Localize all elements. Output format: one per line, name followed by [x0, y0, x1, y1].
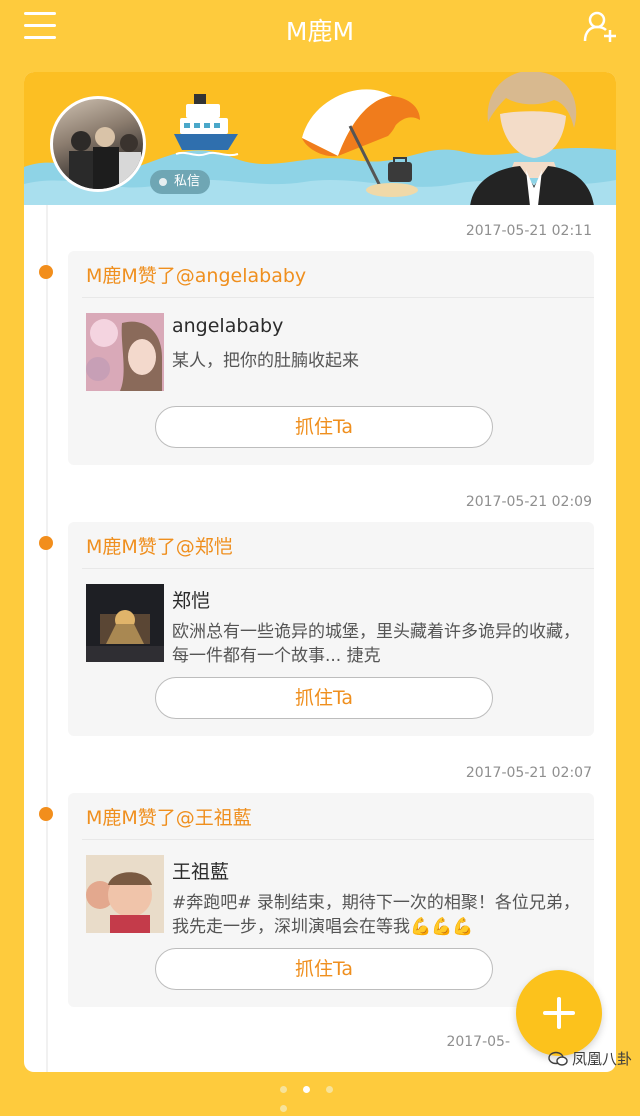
- page-dot: [280, 1086, 287, 1093]
- timestamp: 2017-05-: [446, 1034, 510, 1050]
- profile-card: 私信 2017-05-21 02:11 M鹿M赞了@angelababy ang…: [24, 72, 616, 1072]
- post-author[interactable]: 王祖藍: [172, 857, 229, 884]
- watermark-text: 凤凰八卦: [571, 1050, 632, 1068]
- like-action[interactable]: M鹿M赞了@郑恺: [86, 532, 233, 559]
- feed-card[interactable]: M鹿M赞了@王祖藍 王祖藍 #奔跑吧# 录制结束，期待下一次的相聚！各位兄弟，我…: [68, 793, 594, 1007]
- divider: [82, 839, 594, 840]
- timestamp: 2017-05-21 02:09: [465, 494, 592, 510]
- grab-button[interactable]: 抓住Ta: [155, 677, 493, 719]
- umbrella-icon: [302, 89, 420, 197]
- watermark: 凤凰八卦: [548, 1048, 632, 1069]
- add-post-button[interactable]: [516, 970, 602, 1056]
- page-dot: [280, 1105, 287, 1112]
- divider: [82, 297, 594, 298]
- celebrity-photo: [470, 72, 594, 205]
- app-title: M鹿M: [285, 17, 355, 46]
- timeline-dot: [39, 265, 53, 279]
- post-text: 欧洲总有一些诡异的城堡，里头藏着许多诡异的收藏，每一件都有一个故事... 捷克: [172, 622, 580, 666]
- chat-bubble-icon: [548, 1051, 568, 1066]
- divider: [82, 568, 594, 569]
- timestamp: 2017-05-21 02:11: [465, 223, 592, 239]
- post-thumbnail[interactable]: [86, 855, 164, 933]
- ship-icon: [174, 94, 239, 157]
- feed-card[interactable]: M鹿M赞了@angelababy angelababy 某人，把你的肚腩收起来 …: [68, 251, 594, 465]
- top-bar: M鹿M: [0, 0, 640, 58]
- avatar[interactable]: [50, 96, 146, 192]
- post-text: 某人，把你的肚腩收起来: [172, 351, 359, 371]
- page-indicator: [280, 1078, 370, 1112]
- profile-banner: 私信: [24, 72, 616, 205]
- post-author[interactable]: 郑恺: [172, 586, 210, 613]
- timeline-dot: [39, 536, 53, 550]
- feed-card[interactable]: M鹿M赞了@郑恺 郑恺 欧洲总有一些诡异的城堡，里头藏着许多诡异的收藏，每一件都…: [68, 522, 594, 736]
- like-action[interactable]: M鹿M赞了@angelababy: [86, 261, 306, 288]
- page-dot-active: [303, 1086, 310, 1093]
- grab-button[interactable]: 抓住Ta: [155, 406, 493, 448]
- post-thumbnail[interactable]: [86, 584, 164, 662]
- post-thumbnail[interactable]: [86, 313, 164, 391]
- timeline-line: [46, 205, 48, 1072]
- grab-button[interactable]: 抓住Ta: [155, 948, 493, 990]
- add-user-icon[interactable]: [582, 8, 618, 44]
- private-message-button[interactable]: 私信: [150, 170, 211, 194]
- like-action[interactable]: M鹿M赞了@王祖藍: [86, 803, 252, 830]
- post-text: #奔跑吧# 录制结束，期待下一次的相聚！各位兄弟，我先走一步，深圳演唱会在等我💪…: [172, 893, 580, 937]
- timeline-dot: [39, 807, 53, 821]
- post-author[interactable]: angelababy: [172, 315, 283, 337]
- page-dot: [326, 1086, 333, 1093]
- timestamp: 2017-05-21 02:07: [465, 765, 592, 781]
